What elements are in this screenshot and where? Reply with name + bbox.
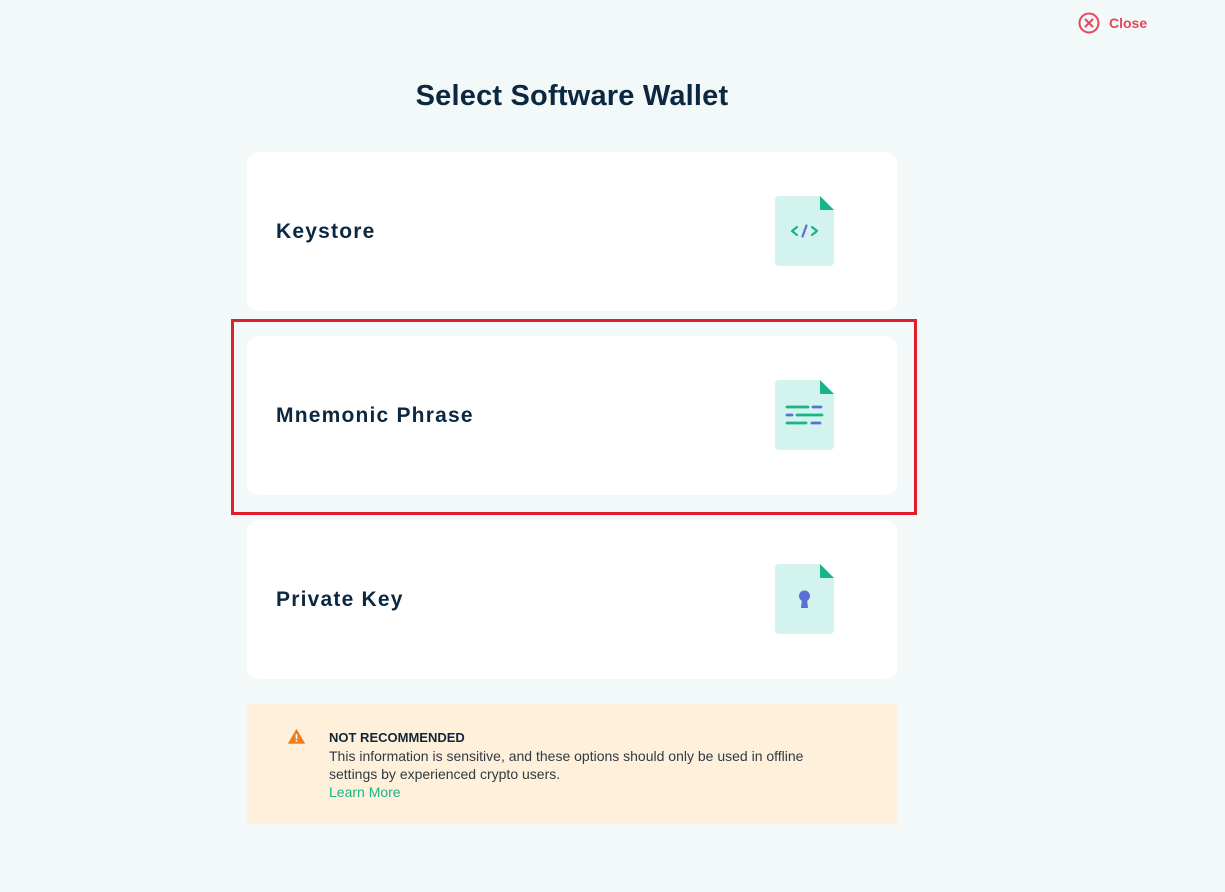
private-key-label: Private Key [276, 587, 404, 611]
warning-banner: NOT RECOMMENDED This information is sens… [247, 704, 897, 824]
close-label: Close [1109, 15, 1148, 31]
mnemonic-phrase-label: Mnemonic Phrase [276, 403, 474, 427]
mnemonic-phrase-option[interactable]: Mnemonic Phrase [247, 336, 897, 495]
keystore-option[interactable]: Keystore [247, 152, 897, 311]
phrase-file-icon [775, 380, 834, 450]
learn-more-link[interactable]: Learn More [329, 783, 401, 801]
close-button[interactable]: Close [1078, 12, 1147, 34]
warning-title: NOT RECOMMENDED [329, 730, 465, 745]
keystore-label: Keystore [276, 219, 376, 243]
private-key-option[interactable]: Private Key [247, 520, 897, 679]
keyhole-file-icon [775, 564, 834, 634]
page-title: Select Software Wallet [415, 80, 729, 112]
close-icon [1078, 12, 1100, 34]
code-file-icon [775, 196, 834, 266]
warning-body: This information is sensitive, and these… [329, 748, 804, 782]
warning-triangle-icon [288, 729, 305, 744]
